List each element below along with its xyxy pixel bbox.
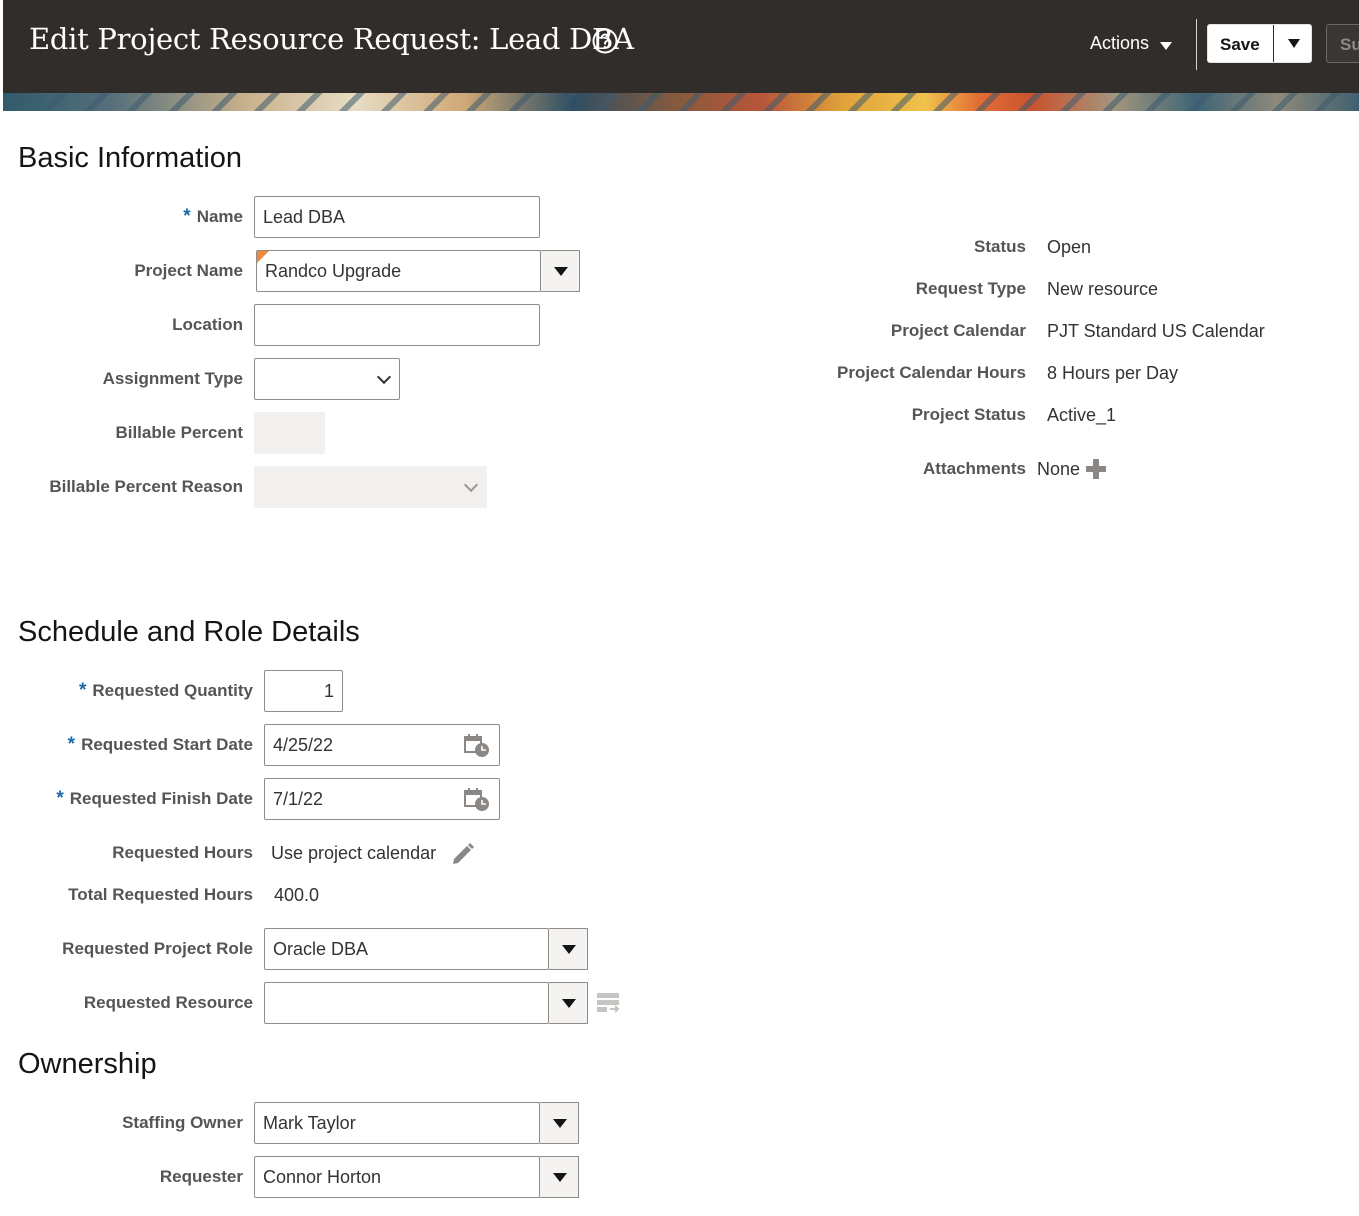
page-title: Edit Project Resource Request: Lead DBA <box>29 22 634 56</box>
status-label: Status <box>974 237 1026 256</box>
section-title-basic-information: Basic Information <box>18 142 243 174</box>
assignment-type-label: Assignment Type <box>102 369 243 388</box>
requested-project-role-combobox[interactable]: Oracle DBA <box>264 928 549 970</box>
project-calendar-hours-label: Project Calendar Hours <box>837 363 1026 382</box>
page-header: Edit Project Resource Request: Lead DBA … <box>3 0 1359 93</box>
submit-button[interactable]: Su <box>1326 24 1359 63</box>
requester-dropdown[interactable] <box>539 1156 580 1198</box>
requester-value: Connor Horton <box>263 1167 382 1187</box>
staffing-owner-value: Mark Taylor <box>263 1113 356 1133</box>
requested-project-role-dropdown[interactable] <box>548 928 589 970</box>
section-title-ownership: Ownership <box>18 1048 157 1080</box>
requested-project-role-label: Requested Project Role <box>62 939 253 958</box>
assignment-type-select[interactable] <box>254 358 400 400</box>
attachments-value: None <box>1037 459 1081 479</box>
help-icon[interactable] <box>592 28 618 54</box>
project-calendar-value: PJT Standard US Calendar <box>1047 321 1265 341</box>
requested-start-date-value: 4/25/22 <box>273 735 334 755</box>
requested-hours-label: Requested Hours <box>112 843 253 862</box>
location-label: Location <box>172 315 243 334</box>
staffing-owner-combobox[interactable]: Mark Taylor <box>254 1102 540 1144</box>
project-status-value: Active_1 <box>1047 405 1117 425</box>
requested-resource-dropdown[interactable] <box>548 982 589 1024</box>
chevron-down-icon <box>376 369 392 385</box>
requester-combobox[interactable]: Connor Horton <box>254 1156 540 1198</box>
save-split-divider <box>1273 25 1274 62</box>
chevron-down-icon[interactable] <box>539 1156 579 1198</box>
project-calendar-hours-value: 8 Hours per Day <box>1047 363 1179 383</box>
project-name-dropdown[interactable] <box>540 250 581 292</box>
calendar-icon[interactable] <box>463 733 491 759</box>
project-calendar-label: Project Calendar <box>890 321 1026 340</box>
submit-label: Su <box>1340 35 1359 54</box>
requested-resource-combobox[interactable] <box>264 982 549 1024</box>
billable-percent-input <box>254 412 325 454</box>
required-marker: * <box>79 680 87 701</box>
location-input[interactable] <box>254 304 540 346</box>
project-name-combobox[interactable]: Randco Upgrade <box>256 250 541 292</box>
toolbar-divider <box>1196 19 1197 70</box>
attachments-label: Attachments <box>923 459 1026 478</box>
project-name-label: Project Name <box>134 261 243 280</box>
calendar-icon[interactable] <box>463 787 491 813</box>
chevron-down-icon[interactable] <box>548 928 588 970</box>
changed-indicator-flag <box>257 251 269 263</box>
requested-quantity-input[interactable]: 1 <box>264 670 343 712</box>
save-label: Save <box>1220 35 1260 54</box>
requested-hours-value: Use project calendar <box>271 843 437 863</box>
chevron-down-icon[interactable] <box>540 250 580 292</box>
resource-search-icon[interactable] <box>596 991 620 1015</box>
required-marker: * <box>183 206 191 227</box>
total-requested-hours-label: Total Requested Hours <box>68 885 253 904</box>
requested-quantity-label: * Requested Quantity <box>79 680 253 701</box>
chevron-down-icon <box>463 477 479 493</box>
name-input[interactable]: Lead DBA <box>254 196 540 238</box>
requested-project-role-value: Oracle DBA <box>273 939 369 959</box>
staffing-owner-dropdown[interactable] <box>539 1102 580 1144</box>
total-requested-hours-value: 400.0 <box>274 885 320 905</box>
status-value: Open <box>1047 237 1092 257</box>
add-icon[interactable] <box>1085 458 1107 480</box>
chevron-down-icon <box>1160 42 1172 50</box>
staffing-owner-label: Staffing Owner <box>122 1113 243 1132</box>
chevron-down-icon[interactable] <box>548 982 588 1024</box>
pencil-icon[interactable] <box>450 840 476 866</box>
name-label: * Name <box>183 206 243 227</box>
billable-percent-reason-label: Billable Percent Reason <box>49 477 243 496</box>
requested-start-date-label: * Requested Start Date <box>67 734 253 755</box>
required-marker: * <box>67 734 76 755</box>
requested-finish-date-value: 7/1/22 <box>273 789 324 809</box>
chevron-down-icon[interactable] <box>539 1102 579 1144</box>
project-status-label: Project Status <box>911 405 1026 424</box>
save-menu-chevron-icon[interactable] <box>1288 39 1300 48</box>
decorative-banner <box>3 93 1359 111</box>
billable-percent-reason-select <box>254 466 487 508</box>
required-marker: * <box>56 788 64 809</box>
project-name-value: Randco Upgrade <box>265 261 402 281</box>
actions-label: Actions <box>1090 33 1150 53</box>
section-title-schedule-and-role-details: Schedule and Role Details <box>18 616 360 648</box>
request-type-value: New resource <box>1047 279 1159 299</box>
billable-percent-label: Billable Percent <box>115 423 243 442</box>
requested-finish-date-label: * Requested Finish Date <box>56 788 253 809</box>
save-button[interactable]: Save <box>1207 24 1312 63</box>
requester-label: Requester <box>159 1167 243 1186</box>
actions-menu[interactable]: Actions <box>1090 33 1172 54</box>
requested-resource-label: Requested Resource <box>83 993 253 1012</box>
request-type-label: Request Type <box>915 279 1026 298</box>
